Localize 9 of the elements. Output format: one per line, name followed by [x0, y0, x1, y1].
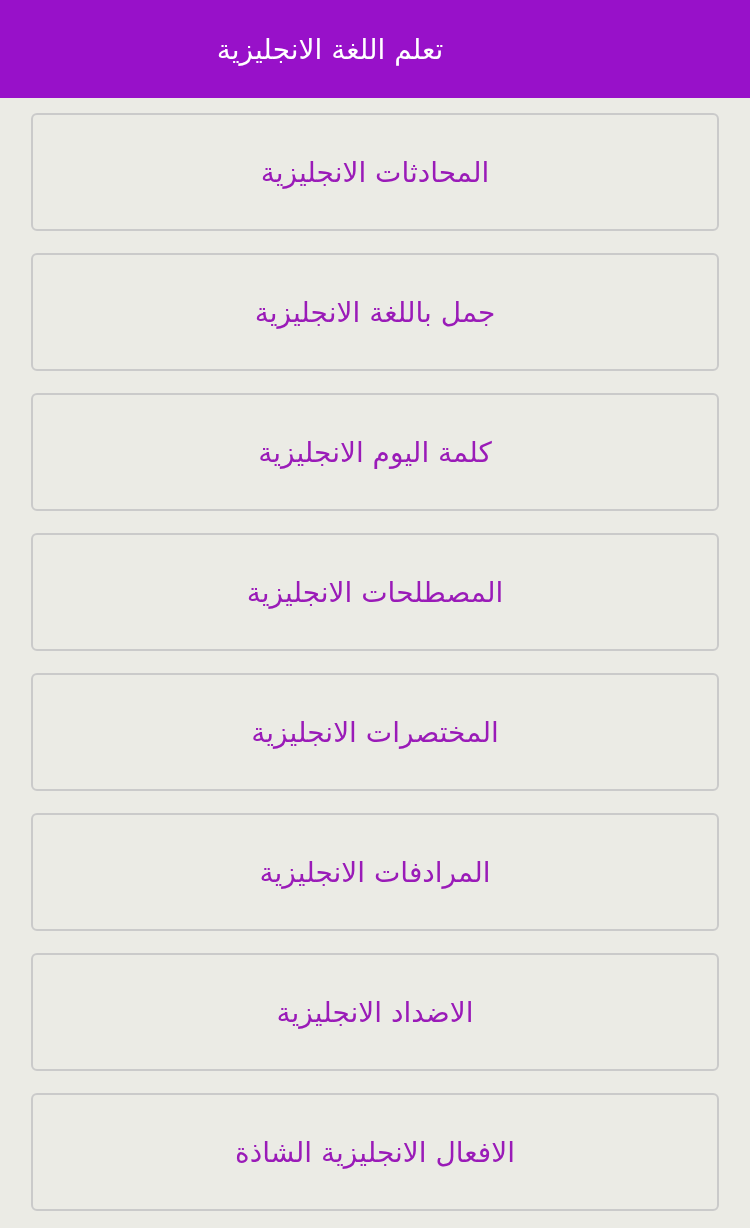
- menu-button[interactable]: جمل باللغة الانجليزية: [31, 253, 719, 371]
- menu-button[interactable]: المختصرات الانجليزية: [31, 673, 719, 791]
- menu-button[interactable]: كلمة اليوم الانجليزية: [31, 393, 719, 511]
- menu-button[interactable]: المصطلحات الانجليزية: [31, 533, 719, 651]
- menu-button[interactable]: الافعال الانجليزية الشاذة: [31, 1093, 719, 1211]
- app-title: تعلم اللغة الانجليزية: [216, 32, 444, 66]
- menu-button[interactable]: المرادفات الانجليزية: [31, 813, 719, 931]
- menu-button[interactable]: المحادثات الانجليزية: [31, 113, 719, 231]
- menu-button[interactable]: الاضداد الانجليزية: [31, 953, 719, 1071]
